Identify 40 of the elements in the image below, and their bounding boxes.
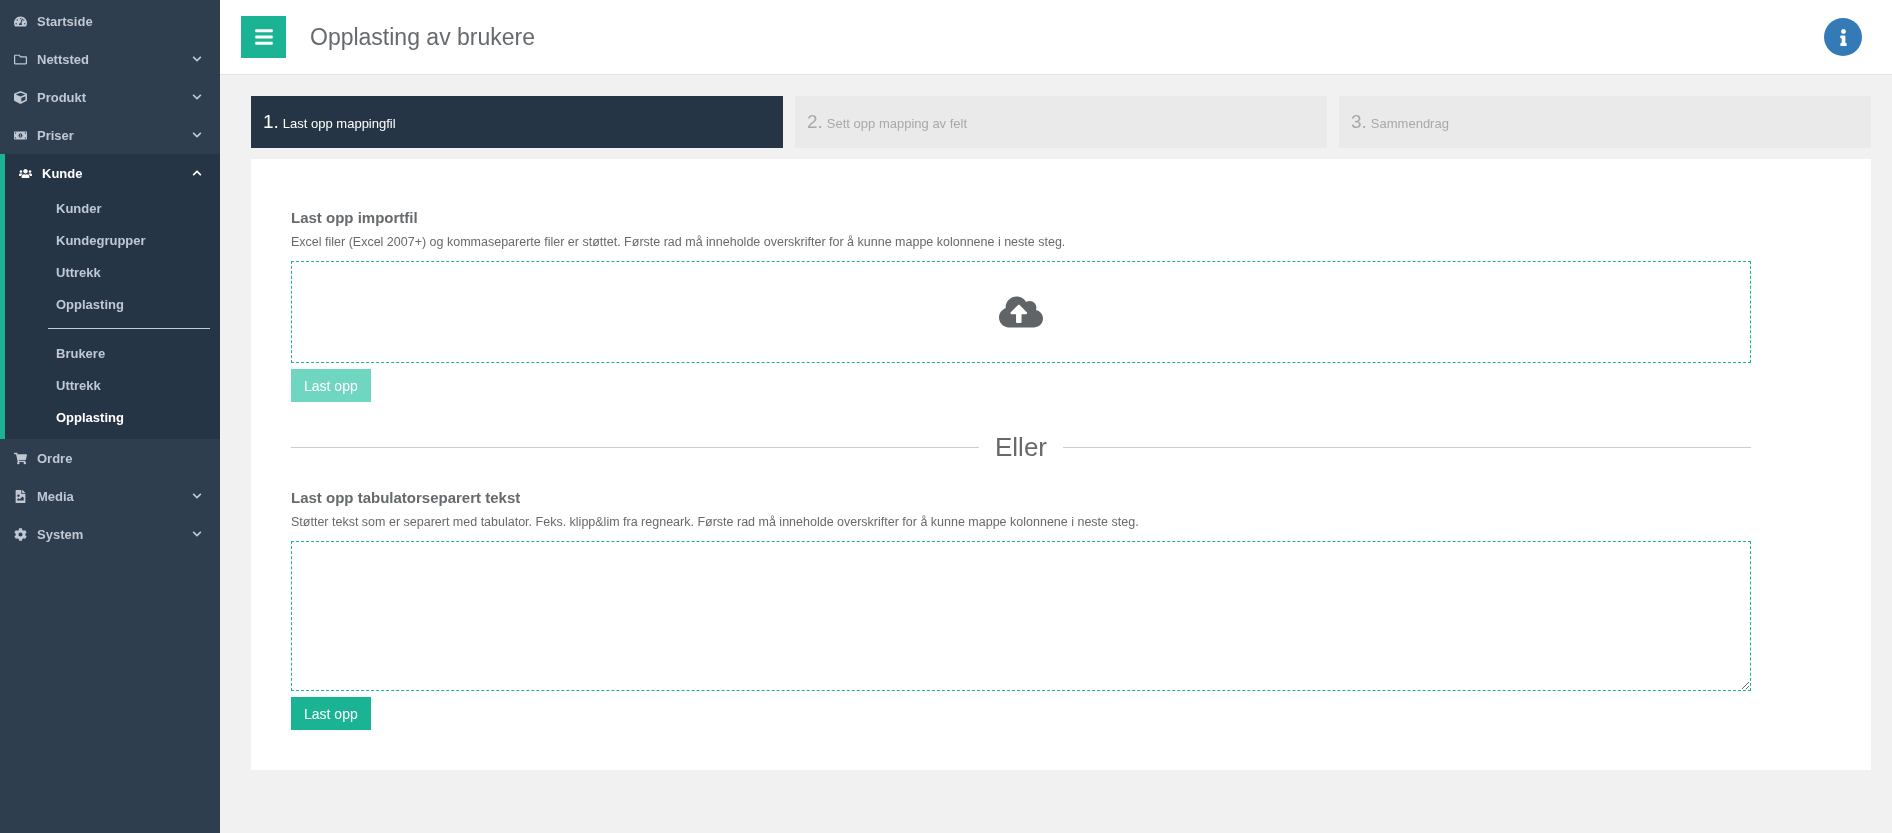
sidebar-item[interactable]: Startside xyxy=(0,2,220,40)
sidebar-item[interactable]: Media xyxy=(0,477,220,515)
sidebar-item[interactable]: Produkt xyxy=(0,78,220,116)
chevron-down-icon xyxy=(192,491,202,501)
users-icon xyxy=(19,166,32,180)
submenu-item[interactable]: Opplasting xyxy=(5,401,220,433)
chevron-up-icon xyxy=(192,168,202,178)
separator-text: Eller xyxy=(995,432,1047,463)
folder-icon xyxy=(14,52,27,66)
section-description: Støtter tekst som er separert med tabulator. Feks. klipp&lim fra regneark. Første rad må inneholde overskrifter for å kunne mappe kolonnene i neste steg. xyxy=(291,515,1140,529)
chevron-down-icon xyxy=(192,130,202,140)
step-tab[interactable]: 1. Last opp mappingfil xyxy=(251,96,783,148)
sidebar-item[interactable]: Kunde xyxy=(5,154,220,192)
file-drop-zone[interactable] xyxy=(291,261,1751,363)
submenu-item[interactable]: Kunder xyxy=(5,192,220,224)
section-title: Last opp tabulatorseparert tekst xyxy=(291,489,522,506)
cart-icon xyxy=(14,451,27,465)
sidebar-item[interactable]: Priser xyxy=(0,116,220,154)
submenu-item[interactable]: Opplasting xyxy=(5,288,220,320)
sidebar-item[interactable]: System xyxy=(0,515,220,553)
menu-icon xyxy=(253,27,274,47)
menu-button[interactable] xyxy=(241,16,286,58)
submenu-item[interactable]: Kundegrupper xyxy=(5,224,220,256)
sidebar-item[interactable]: Nettsted xyxy=(0,40,220,78)
file-icon xyxy=(14,489,27,503)
section-title: Last opp importfil xyxy=(291,209,419,226)
submenu-item[interactable]: Uttrekk xyxy=(5,369,220,401)
dashboard-icon xyxy=(14,14,27,28)
submenu-item[interactable]: Brukere xyxy=(5,337,220,369)
page-title: Opplasting av brukere xyxy=(310,23,536,51)
submenu-item[interactable]: Uttrekk xyxy=(5,256,220,288)
sidebar-item[interactable]: Ordre xyxy=(0,439,220,477)
cube-icon xyxy=(14,90,27,104)
text-input-area[interactable] xyxy=(291,541,1751,691)
section-description: Excel filer (Excel 2007+) og kommaseparerte filer er støttet. Første rad må inneholde overskrifter for å kunne mappe kolonnene i neste steg. xyxy=(291,235,1067,249)
chevron-down-icon xyxy=(192,529,202,539)
chevron-down-icon xyxy=(192,54,202,64)
info-button[interactable] xyxy=(1824,18,1862,56)
chevron-down-icon xyxy=(192,92,202,102)
settings-icon xyxy=(14,527,27,541)
